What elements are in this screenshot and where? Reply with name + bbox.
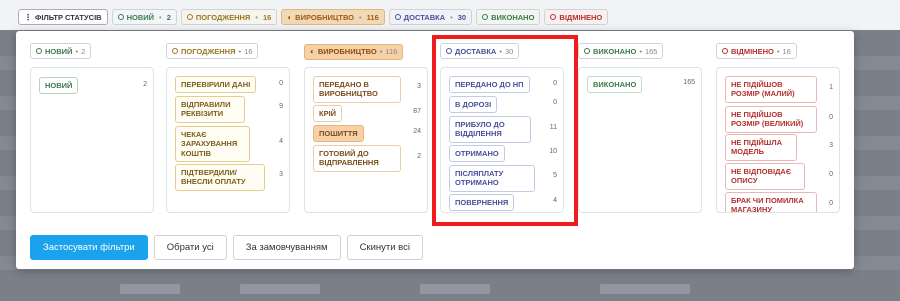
column-list-new: НОВИЙ 2: [30, 67, 154, 213]
circle-icon: [550, 14, 557, 20]
column-header-new[interactable]: НОВИЙ • 2: [30, 43, 92, 59]
circle-icon: [172, 48, 178, 54]
tab-production[interactable]: ◐ ВИРОБНИЦТВО • 116: [281, 9, 385, 25]
list-item[interactable]: НЕ ПІДІЙШОВ РОЗМІР (ВЕЛИКИЙ): [725, 106, 817, 133]
column-list-agree: ПЕРЕВІРИЛИ ДАНІ 0 ВІДПРАВИЛИ РЕКВІЗИТИ 9…: [166, 67, 290, 213]
half-circle-icon: ◐: [287, 12, 293, 22]
tab-done[interactable]: ВИКОНАНО: [476, 9, 541, 25]
list-item[interactable]: ВИКОНАНО: [587, 76, 643, 94]
list-item[interactable]: НОВИЙ: [39, 77, 79, 95]
backdrop-cell: [240, 284, 320, 294]
circle-icon: [394, 14, 401, 20]
tab-filter[interactable]: ⋮ ФІЛЬТР СТАТУСІВ: [18, 9, 108, 25]
list-item[interactable]: НЕ ПІДІЙШОВ РОЗМІР (МАЛИЙ): [725, 76, 817, 103]
circle-icon: [117, 14, 124, 20]
backdrop-cell: [600, 284, 690, 294]
select-all-button[interactable]: Обрати усі: [153, 235, 227, 260]
circle-icon: [36, 48, 42, 54]
column-header-cancelled[interactable]: ВІДМІНЕНО • 16: [716, 43, 797, 59]
tab-agree[interactable]: ПОГОДЖЕННЯ • 16: [180, 9, 278, 25]
list-item[interactable]: ГОТОВИЙ ДО ВІДПРАВЛЕННЯ: [313, 145, 401, 172]
column-cancelled: ВІДМІНЕНО • 16 НЕ ПІДІЙШОВ РОЗМІР (МАЛИЙ…: [716, 41, 840, 213]
column-production: ◐ ВИРОБНИЦТВО • 116 ПЕРЕДАНО В ВИРОБНИЦТ…: [304, 41, 428, 213]
column-header-done[interactable]: ВИКОНАНО • 165: [578, 43, 664, 59]
delivery-highlight-frame: [432, 35, 578, 226]
list-item[interactable]: КРІЙ: [313, 105, 343, 123]
apply-filters-button[interactable]: Застосувати фільтри: [30, 235, 148, 260]
column-header-production[interactable]: ◐ ВИРОБНИЦТВО • 116: [304, 43, 404, 60]
list-item[interactable]: ЧЕКАЄ ЗАРАХУВАННЯ КОШТІВ: [175, 126, 250, 163]
column-list-cancelled: НЕ ПІДІЙШОВ РОЗМІР (МАЛИЙ) 1 НЕ ПІДІЙШОВ…: [716, 67, 840, 213]
tab-new[interactable]: НОВИЙ • 2: [111, 9, 177, 25]
list-item[interactable]: БРАК ЧИ ПОМИЛКА МАГАЗИНУ: [725, 192, 817, 212]
list-item[interactable]: ПЕРЕВІРИЛИ ДАНІ: [175, 76, 257, 94]
list-item[interactable]: ПЕРЕДАНО В ВИРОБНИЦТВО: [313, 76, 401, 103]
filter-icon: ⋮: [24, 12, 32, 22]
column-list-production: ПЕРЕДАНО В ВИРОБНИЦТВО 3 КРІЙ 87 ПОШИТТЯ…: [304, 67, 428, 213]
circle-icon: [482, 14, 489, 20]
list-item[interactable]: ПОШИТТЯ: [313, 125, 364, 143]
column-agree: ПОГОДЖЕННЯ • 16 ПЕРЕВІРИЛИ ДАНІ 0 ВІДПРА…: [166, 41, 290, 213]
backdrop-cell: [420, 284, 490, 294]
column-list-done: ВИКОНАНО 165: [578, 67, 702, 213]
column-new: НОВИЙ • 2 НОВИЙ 2: [30, 41, 154, 213]
circle-icon: [722, 48, 728, 54]
column-done: ВИКОНАНО • 165 ВИКОНАНО 165: [578, 41, 702, 213]
reset-all-button[interactable]: Скинути всі: [346, 235, 423, 260]
tab-delivery[interactable]: ДОСТАВКА • 30: [388, 9, 473, 25]
list-item[interactable]: НЕ ПІДІЙШЛА МОДЕЛЬ: [725, 134, 797, 161]
filter-actions: Застосувати фільтри Обрати усі За замовч…: [30, 235, 423, 260]
circle-icon: [584, 48, 590, 54]
list-item[interactable]: ПІДТВЕРДИЛИ/ ВНЕСЛИ ОПЛАТУ: [175, 164, 265, 191]
default-button[interactable]: За замовчуванням: [232, 235, 341, 260]
column-header-agree[interactable]: ПОГОДЖЕННЯ • 16: [166, 43, 259, 59]
list-item[interactable]: НЕ ВІДПОВІДАЄ ОПИСУ: [725, 163, 805, 190]
backdrop-cell: [120, 284, 180, 294]
status-tabbar: ⋮ ФІЛЬТР СТАТУСІВ НОВИЙ • 2 ПОГОДЖЕННЯ •…: [18, 9, 609, 25]
list-item[interactable]: ВІДПРАВИЛИ РЕКВІЗИТИ: [175, 96, 245, 123]
half-circle-icon: ◐: [310, 47, 315, 56]
circle-icon: [186, 14, 193, 20]
tab-cancelled[interactable]: ВІДМІНЕНО: [544, 9, 609, 25]
